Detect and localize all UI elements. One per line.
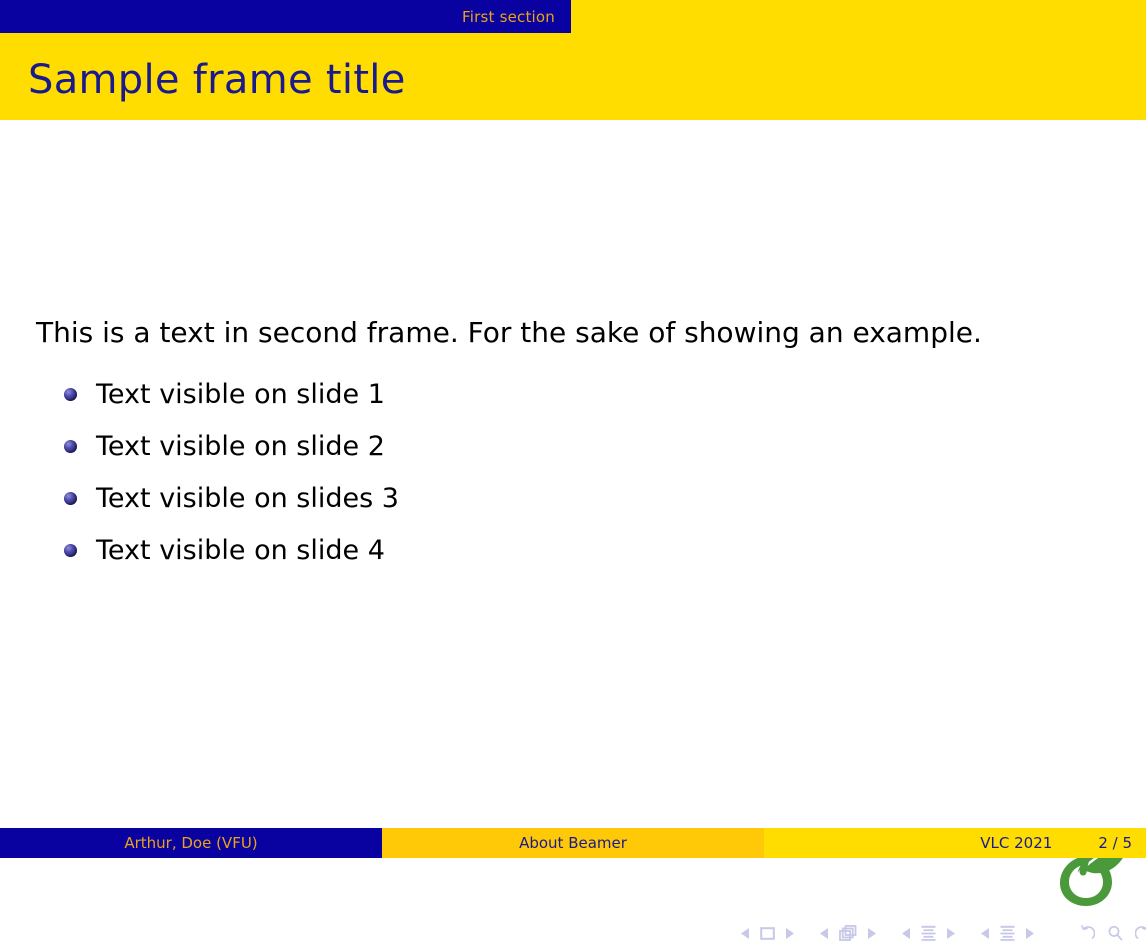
list-item: Text visible on slide 2 xyxy=(64,420,399,472)
next-section-icon[interactable] xyxy=(1025,927,1034,939)
list-item-label: Text visible on slide 2 xyxy=(96,430,385,462)
prev-frame-icon[interactable] xyxy=(820,927,829,939)
bullet-list: Text visible on slide 1 Text visible on … xyxy=(64,368,399,576)
next-frame-icon[interactable] xyxy=(867,927,876,939)
nav-group-slide[interactable] xyxy=(736,926,799,940)
next-subsection-icon[interactable] xyxy=(946,927,955,939)
prev-section-icon[interactable] xyxy=(981,927,990,939)
list-item-label: Text visible on slides 3 xyxy=(96,482,399,514)
nav-group-section[interactable] xyxy=(976,925,1039,941)
beamer-navigation-symbols[interactable] xyxy=(736,921,1146,945)
list-item-label: Text visible on slide 4 xyxy=(96,534,385,566)
subsection-icon[interactable] xyxy=(921,925,936,941)
footer-date-label: VLC 2021 xyxy=(980,834,1053,852)
nav-group-frame[interactable] xyxy=(815,925,881,941)
page-title: Sample frame title xyxy=(28,57,406,103)
section-tab-label: First section xyxy=(462,7,555,26)
footer-page-number: 2 / 5 xyxy=(1098,834,1132,852)
footline-bar: Arthur, Doe (VFU) About Beamer VLC 2021 … xyxy=(0,828,1146,858)
section-icon[interactable] xyxy=(1000,925,1015,941)
bullet-sphere-icon xyxy=(64,439,77,453)
prev-slide-icon[interactable] xyxy=(741,927,750,939)
headline-navigation-bar: First section xyxy=(0,0,1146,33)
list-item: Text visible on slide 1 xyxy=(64,368,399,420)
body-paragraph: This is a text in second frame. For the … xyxy=(36,316,982,349)
prev-subsection-icon[interactable] xyxy=(902,927,911,939)
bullet-sphere-icon xyxy=(64,387,77,401)
back-icon[interactable] xyxy=(1079,925,1095,941)
nav-group-subsection[interactable] xyxy=(897,925,960,941)
slide-icon[interactable] xyxy=(760,926,775,940)
next-slide-icon[interactable] xyxy=(785,927,794,939)
frame-title-bar: Sample frame title xyxy=(0,33,1146,120)
list-item: Text visible on slides 3 xyxy=(64,472,399,524)
forward-icon[interactable] xyxy=(1135,925,1146,941)
bullet-sphere-icon xyxy=(64,543,77,557)
search-icon[interactable] xyxy=(1107,925,1123,941)
footer-title-segment: About Beamer xyxy=(382,828,764,858)
bullet-sphere-icon xyxy=(64,491,77,505)
frame-stack-icon[interactable] xyxy=(839,925,857,941)
slide-content-area: This is a text in second frame. For the … xyxy=(0,120,1146,941)
section-tab-first-section[interactable]: First section xyxy=(0,0,571,33)
list-item-label: Text visible on slide 1 xyxy=(96,378,385,410)
footer-date-segment: VLC 2021 2 / 5 xyxy=(764,828,1146,858)
footer-author-segment: Arthur, Doe (VFU) xyxy=(0,828,382,858)
footer-title-label: About Beamer xyxy=(519,834,627,852)
list-item: Text visible on slide 4 xyxy=(64,524,399,576)
footer-author-label: Arthur, Doe (VFU) xyxy=(124,834,258,852)
nav-group-history[interactable] xyxy=(1073,925,1146,941)
